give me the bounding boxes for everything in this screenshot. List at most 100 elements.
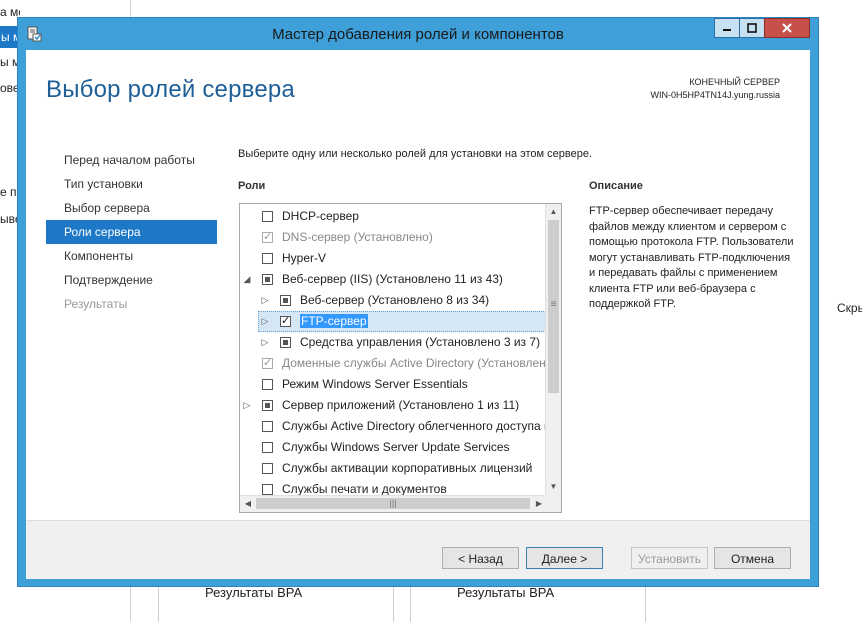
role-row[interactable]: ✓ DNS-сервер (Установлено) [240,227,546,248]
role-label: Службы активации корпоративных лицензий [282,458,532,479]
expand-arrow-icon[interactable]: ▷ [260,311,270,332]
role-label: FTP-сервер [300,311,368,332]
role-row[interactable]: ◢ Веб-сервер (IIS) (Установлено 11 из 43) [240,269,546,290]
grip-icon: ≡ [550,299,557,310]
role-row[interactable]: Службы Windows Server Update Services [240,437,546,458]
title-bar[interactable]: Мастер добавления ролей и компонентов [18,18,818,50]
close-icon [765,19,809,37]
role-checkbox[interactable] [262,421,273,432]
nav-item-features[interactable]: Компоненты [46,244,217,268]
expand-arrow-icon[interactable]: ▷ [260,290,270,311]
background-hide-link[interactable]: Скры [837,301,862,315]
expand-arrow-icon[interactable]: ▷ [260,332,270,353]
nav-item-results: Результаты [64,297,128,311]
next-button[interactable]: Далее > [526,547,603,569]
maximize-button[interactable] [739,18,765,38]
expand-arrow-icon[interactable]: ▷ [242,395,252,416]
role-checkbox[interactable] [262,274,273,285]
role-label: Средства управления (Установлено 3 из 7) [300,332,540,353]
description-text: FTP-сервер обеспечивает передачу файлов … [589,205,794,310]
background-text: а мс [0,5,20,19]
collapse-arrow-icon[interactable]: ◢ [242,269,252,290]
role-row[interactable]: Службы активации корпоративных лицензий [240,458,546,479]
role-checkbox[interactable] [262,484,273,495]
nav-item-installation-type[interactable]: Тип установки [46,172,217,196]
background-text: е пр [0,185,20,199]
scrollbar-corner [545,495,561,512]
role-label-text: DHCP-сервер [282,209,359,223]
role-checkbox[interactable] [262,442,273,453]
roles-header: Роли [238,180,266,192]
role-checkbox[interactable]: ✓ [280,315,291,327]
destination-server-name: WIN-0H5HP4TN14J.yung.russia [650,90,780,100]
role-row[interactable]: ▷ Средства управления (Установлено 3 из 7… [240,332,546,353]
nav-item-server-roles[interactable]: Роли сервера [46,220,217,244]
scroll-left-icon[interactable]: ◀ [240,496,256,512]
role-checkbox[interactable] [262,463,273,474]
role-label: DHCP-сервер [282,206,359,227]
role-label: Службы Active Directory облегченного дос… [282,416,546,437]
background-text: ы мс [0,55,20,69]
role-label-text: Доменные службы Active Directory (Устано… [282,356,546,370]
role-row[interactable]: Службы Active Directory облегченного дос… [240,416,546,437]
minimize-button[interactable] [714,18,740,38]
role-checkbox[interactable] [262,253,273,264]
role-row[interactable]: Hyper-V [240,248,546,269]
role-row[interactable]: ✓ Доменные службы Active Directory (Устан… [240,353,546,374]
horizontal-scroll-thumb[interactable]: ||| [256,498,530,509]
vertical-scrollbar[interactable]: ▲ ≡ ▼ [545,204,561,495]
role-label: DNS-сервер (Установлено) [282,227,433,248]
role-label-text: Службы печати и документов [282,482,447,496]
scroll-up-icon[interactable]: ▲ [546,204,561,220]
role-checkbox[interactable] [262,379,273,390]
grip-icon: ||| [389,498,397,508]
role-label: Веб-сервер (IIS) (Установлено 11 из 43) [282,269,503,290]
close-button[interactable] [764,18,810,38]
wizard-dialog: Мастер добавления ролей и компонентов Вы… [18,18,818,586]
minimize-icon [715,19,739,37]
vertical-scroll-thumb[interactable]: ≡ [548,220,559,393]
nav-item-server-selection[interactable]: Выбор сервера [46,196,217,220]
role-label: Службы Windows Server Update Services [282,437,510,458]
role-label-text: Веб-сервер (Установлено 8 из 34) [300,293,490,307]
role-label-text: Службы Windows Server Update Services [282,440,510,454]
role-checkbox: ✓ [262,357,273,369]
role-checkbox[interactable] [280,337,291,348]
role-checkbox[interactable] [280,295,291,306]
back-button[interactable]: < Назад [442,547,519,569]
role-label-text: Режим Windows Server Essentials [282,377,468,391]
maximize-icon [740,19,764,37]
role-checkbox: ✓ [262,231,273,243]
role-row[interactable]: Режим Windows Server Essentials [240,374,546,395]
button-bar: < Назад Далее > Установить Отмена [26,520,810,579]
destination-server-label: КОНЕЧНЫЙ СЕРВЕР [689,77,780,87]
background-text: ывет [0,212,20,226]
role-label-text: Веб-сервер (IIS) (Установлено 11 из 43) [282,272,503,286]
nav-item-before-you-begin[interactable]: Перед началом работы [46,148,217,172]
role-row[interactable]: DHCP-сервер [240,206,546,227]
page-title: Выбор ролей сервера [46,76,295,103]
role-label: Веб-сервер (Установлено 8 из 34) [300,290,489,311]
window-title: Мастер добавления ролей и компонентов [272,26,564,43]
horizontal-scrollbar[interactable]: ◀ ||| ▶ [240,495,547,512]
role-row[interactable]: ▷ ✓ FTP-сервер [240,311,546,332]
checkmark-icon: ✓ [263,231,273,243]
roles-list-rows: DHCP-сервер ✓ DNS-сервер (Установлено) Hype… [240,206,546,512]
role-checkbox[interactable] [262,211,273,222]
background-bpa-label[interactable]: Результаты BPA [457,585,554,600]
background-bpa-label[interactable]: Результаты BPA [205,585,302,600]
nav-item-confirmation[interactable]: Подтверждение [46,268,217,292]
role-row[interactable]: ▷ Веб-сервер (Установлено 8 из 34) [240,290,546,311]
checkmark-icon: ✓ [263,357,273,369]
description-header: Описание [589,180,643,192]
role-label: Режим Windows Server Essentials [282,374,468,395]
role-row[interactable]: ▷ Сервер приложений (Установлено 1 из 11) [240,395,546,416]
role-checkbox[interactable] [262,400,273,411]
role-label-text: FTP-сервер [300,314,368,328]
dialog-content: Выбор ролей сервера КОНЕЧНЫЙ СЕРВЕР WIN-… [26,50,810,579]
role-label-text: Hyper-V [282,251,327,265]
roles-tree-list[interactable]: DHCP-сервер ✓ DNS-сервер (Установлено) Hype… [239,203,562,513]
cancel-button[interactable]: Отмена [714,547,791,569]
scroll-down-icon[interactable]: ▼ [546,479,561,495]
background-divider [130,586,131,621]
